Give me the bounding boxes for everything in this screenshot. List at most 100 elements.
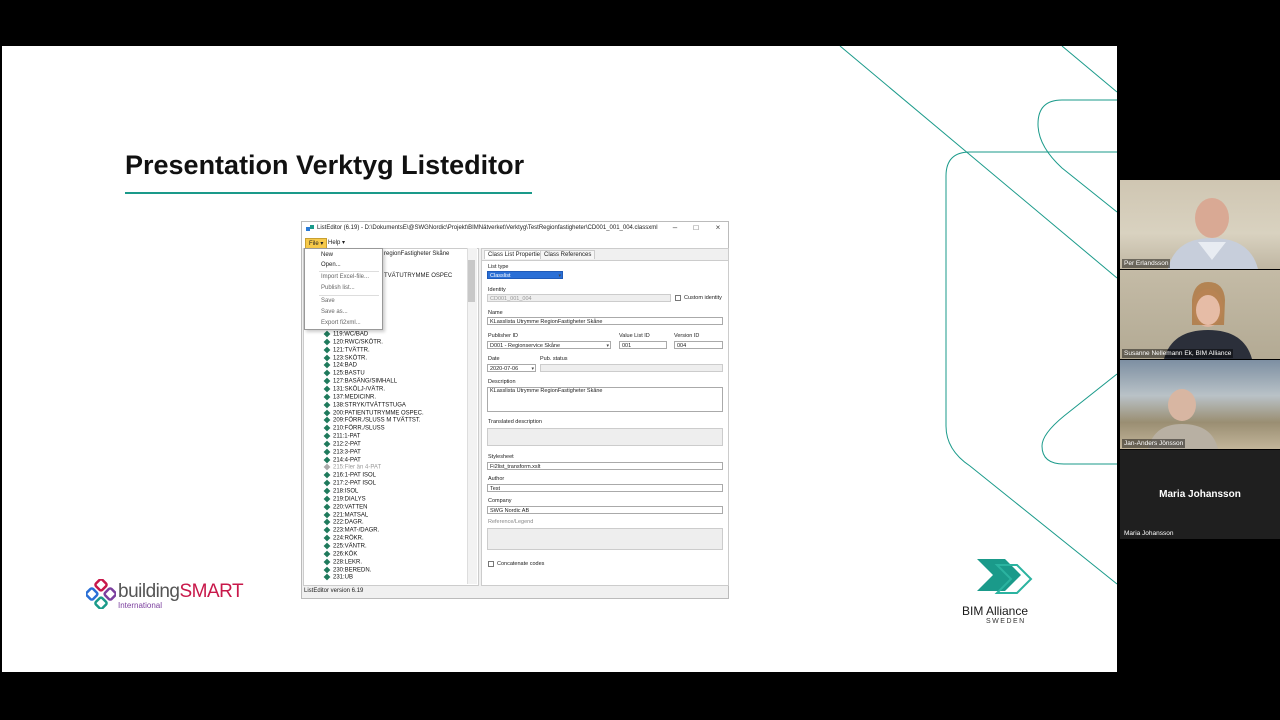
tree-item[interactable]: 217:2-PAT ISOL — [323, 479, 376, 487]
tree-item[interactable]: 138:STRYK/TVÄTTSTUGA — [323, 401, 406, 408]
class-node-icon — [323, 432, 331, 440]
tree-item[interactable]: 225:VÄNTR. — [323, 542, 367, 550]
tree-item[interactable]: 124:BAD — [323, 361, 357, 369]
tree-item[interactable]: TVÄTUTRYMME OSPEC — [384, 273, 452, 279]
stylesheet-field[interactable]: Fi2list_transform.xslt — [487, 462, 723, 470]
tree-item[interactable]: 127:BASÄNG/SIMHALL — [323, 377, 397, 385]
participant-tile[interactable]: Jan-Anders Jönsson — [1120, 360, 1280, 449]
tree-item[interactable]: 211:1-PAT — [323, 432, 360, 440]
chevron-down-icon: ▾ — [558, 273, 561, 279]
status-bar: ListEditor version 6.19 — [302, 586, 728, 597]
maximize-icon[interactable]: □ — [689, 223, 703, 232]
tree-item[interactable]: 226:KÖK — [323, 550, 357, 557]
tree-item[interactable]: 219:DIALYS — [323, 495, 366, 503]
participant-tile[interactable]: Maria Johansson Maria Johansson — [1120, 450, 1280, 539]
name-field[interactable]: KLasslista Utrymme RegionFastigheter Skå… — [487, 317, 723, 325]
tree-item[interactable]: 213:3-PAT — [323, 448, 361, 456]
tree-item[interactable]: 119:WC/BAD — [323, 330, 368, 338]
menu-item-new[interactable]: New — [321, 252, 333, 258]
class-node-icon — [323, 330, 331, 338]
custom-identity-checkbox[interactable] — [675, 295, 681, 301]
class-node-icon — [323, 369, 331, 377]
presentation-slide: Presentation Verktyg Listeditor ListEdit… — [2, 46, 1117, 672]
menu-item-publish[interactable]: Publish list... — [321, 285, 355, 291]
tree-item[interactable]: 212:2-PAT — [323, 440, 361, 448]
participant-video — [1164, 282, 1252, 359]
tree-item[interactable]: regionFastigheter Skåne — [384, 251, 449, 257]
tree-item[interactable]: 224:RÖKR. — [323, 534, 364, 542]
menu-item-import-excel[interactable]: Import Excel-file... — [321, 274, 369, 280]
tree-item[interactable]: 214:4-PAT — [323, 456, 361, 463]
version-field[interactable]: 004 — [674, 341, 723, 349]
tree-item[interactable]: 222:DAGR. — [323, 518, 364, 526]
identity-field[interactable]: CD001_001_004 — [487, 294, 671, 302]
tree-scroll-thumb[interactable] — [468, 260, 475, 302]
tab-class-references[interactable]: Class References — [540, 250, 596, 259]
menu-bar: File ▾ Help ▾ — [302, 236, 728, 249]
tab-class-list-properties[interactable]: Class List Properties — [484, 250, 548, 259]
buildingsmart-logo-icon — [86, 579, 116, 609]
tree-item[interactable]: 200:PATIENTUTRYMME OSPEC. — [323, 409, 424, 416]
version-label: Version ID — [674, 333, 700, 339]
tree-item[interactable]: 220:VATTEN — [323, 503, 367, 510]
tree-item[interactable]: 209:FÖRR./SLUSS M TVÄTTST. — [323, 416, 421, 424]
translated-description-textarea[interactable] — [487, 428, 723, 446]
class-node-icon — [323, 495, 331, 503]
name-label: Name — [488, 310, 503, 316]
window-title: ListEditor (6.19) - D:\DokumentsE\@SWGNo… — [317, 225, 658, 231]
tree-item[interactable]: 120:RWC/SKÖTR. — [323, 338, 383, 345]
author-field[interactable]: Test — [487, 484, 723, 492]
minimize-icon[interactable]: – — [668, 223, 682, 232]
value-list-field[interactable]: 001 — [619, 341, 667, 349]
participant-tile[interactable]: Susanne Nellemann Ek, BIM Alliance — [1120, 270, 1280, 359]
company-field[interactable]: SWG Nordic AB — [487, 506, 723, 514]
class-node-icon — [323, 448, 331, 456]
date-label: Date — [488, 356, 500, 362]
class-node-icon — [323, 479, 331, 487]
close-icon[interactable]: × — [711, 223, 725, 232]
class-node-icon — [323, 424, 331, 432]
tree-item[interactable]: 215:Fler än 4-PAT — [323, 464, 381, 471]
reference-legend-textarea[interactable] — [487, 528, 723, 550]
description-textarea[interactable]: KLasslista Utrymme RegionFastigheter Skå… — [487, 387, 723, 412]
tree-item[interactable]: 125:BASTU — [323, 369, 365, 377]
pub-status-select[interactable] — [540, 364, 723, 372]
concatenate-codes-checkbox[interactable] — [488, 561, 494, 567]
participant-tile[interactable]: Per Erlandsson — [1120, 180, 1280, 269]
buildingsmart-logo-subtitle: International — [118, 601, 163, 610]
tree-item[interactable]: 231:UB — [323, 573, 353, 581]
slide-title: Presentation Verktyg Listeditor — [125, 150, 525, 180]
tree-item[interactable]: 228:LEKR. — [323, 558, 362, 565]
tree-item[interactable]: 230:BEREDN. — [323, 566, 371, 573]
properties-pane: Class List Properties Class References L… — [481, 248, 729, 586]
menu-item-export[interactable]: Export fi2xml... — [321, 320, 361, 326]
tree-item[interactable]: 221:MATSAL — [323, 511, 368, 518]
tree-item[interactable]: 123:SKÖTR. — [323, 354, 367, 361]
class-node-icon — [323, 534, 331, 542]
menu-item-save-as[interactable]: Save as... — [321, 309, 348, 315]
list-type-select[interactable]: Classlist ▾ — [487, 271, 563, 279]
class-node-icon — [323, 377, 331, 385]
status-text: ListEditor version 6.19 — [304, 588, 364, 594]
participant-name: Susanne Nellemann Ek, BIM Alliance — [1122, 349, 1234, 358]
menu-item-save[interactable]: Save — [321, 298, 335, 304]
tree-item[interactable]: 223:MAT-/DAGR. — [323, 526, 379, 534]
tree-item[interactable]: 131:SKÖLJ-/VÄTR. — [323, 385, 385, 393]
class-node-icon — [323, 393, 331, 401]
participant-video — [1168, 198, 1258, 269]
publisher-select[interactable]: D001 - Regionservice Skåne ▾ — [487, 341, 611, 349]
tree-item[interactable]: 216:1-PAT ISOL — [323, 471, 376, 479]
date-picker[interactable]: 2020-07-06 ▾ — [487, 364, 536, 372]
menu-help[interactable]: Help ▾ — [325, 238, 348, 247]
class-node-icon — [323, 440, 331, 448]
description-label: Description — [488, 379, 516, 385]
title-underline — [125, 192, 532, 194]
class-node-icon — [323, 385, 331, 393]
menu-item-open[interactable]: Open... — [321, 262, 341, 268]
tree-item[interactable]: 137:MEDICINR. — [323, 393, 376, 401]
list-type-label: List type — [488, 264, 509, 270]
class-node-icon — [323, 573, 331, 581]
tree-item[interactable]: 218:ISOL — [323, 487, 358, 495]
tree-item[interactable]: 210:FÖRR./SLUSS — [323, 424, 385, 432]
tree-item[interactable]: 121:TVÄTTR. — [323, 346, 370, 353]
